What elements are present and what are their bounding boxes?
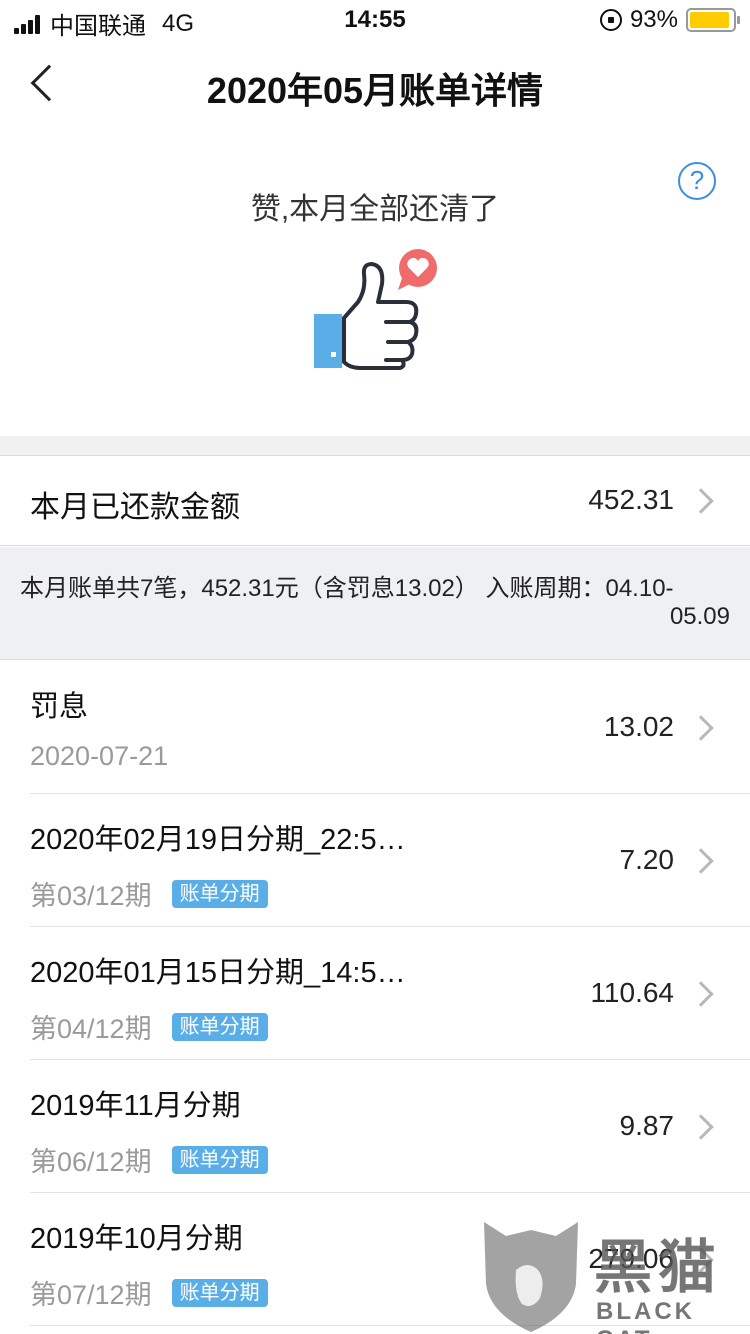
paid-amount-row[interactable]: 本月已还款金额 452.31 — [0, 456, 750, 546]
status-bar: 中国联通 4G 14:55 93% — [0, 0, 750, 40]
list-item[interactable]: 罚息 2020-07-21 13.02 — [0, 661, 750, 794]
battery-icon — [686, 8, 740, 32]
chevron-right-icon — [688, 848, 714, 874]
section-divider — [0, 436, 750, 456]
paid-amount-label: 本月已还款金额 — [30, 491, 240, 524]
paid-amount-value: 452.31 — [588, 484, 674, 515]
list-item[interactable]: 2020年01月15日分期_14:5… 第04/12期 账单分期 110.64 — [0, 927, 750, 1060]
bill-summary-period-end: 05.09 — [669, 603, 730, 630]
item-subtitle: 第07/12期 账单分期 — [30, 1273, 268, 1312]
item-period: 第06/12期 — [30, 1147, 152, 1177]
item-amount: 110.64 — [590, 977, 674, 1008]
rotation-lock-icon — [599, 9, 622, 31]
item-title: 2020年02月19日分期_22:5… — [30, 824, 406, 856]
watermark-cn: 黑猫 — [594, 1235, 723, 1300]
item-amount: 7.20 — [619, 844, 675, 875]
item-amount: 9.87 — [619, 1110, 675, 1141]
item-subtitle: 第06/12期 账单分期 — [30, 1140, 268, 1179]
cat-shield-icon — [484, 1222, 578, 1332]
installment-badge: 账单分期 — [171, 1012, 268, 1041]
bill-summary: 本月账单共7笔，452.31元（含罚息13.02） 入账周期：04.10- 05… — [0, 547, 750, 660]
black-cat-watermark: 黑猫 BLACK CAT — [476, 1214, 750, 1334]
chevron-right-icon — [688, 488, 714, 514]
page-title: 2020年05月账单详情 — [206, 70, 544, 111]
battery-percent: 93% — [629, 6, 678, 33]
item-period: 第07/12期 — [30, 1280, 152, 1310]
installment-badge: 账单分期 — [171, 879, 268, 908]
item-subtitle: 第03/12期 账单分期 — [30, 874, 268, 913]
installment-badge: 账单分期 — [171, 1145, 268, 1174]
thumbs-up-icon — [314, 249, 437, 370]
status-right: 93% — [599, 6, 740, 34]
battery-fill — [690, 12, 730, 28]
item-subtitle: 第04/12期 账单分期 — [30, 1007, 268, 1046]
item-amount: 13.02 — [603, 711, 674, 742]
chevron-right-icon — [688, 715, 714, 741]
list-item[interactable]: 2020年02月19日分期_22:5… 第03/12期 账单分期 7.20 — [0, 794, 750, 927]
hero-section: ? 赞,本月全部还清了 — [0, 130, 750, 436]
chevron-right-icon — [688, 1114, 714, 1140]
item-period: 第04/12期 — [30, 1014, 152, 1044]
item-title: 2019年10月分期 — [30, 1223, 243, 1255]
item-subtitle: 2020-07-21 — [30, 741, 168, 772]
item-title: 罚息 — [30, 691, 89, 723]
item-date: 2020-07-21 — [30, 741, 169, 771]
nav-bar: 2020年05月账单详情 — [0, 40, 750, 130]
list-item[interactable]: 2019年11月分期 第06/12期 账单分期 9.87 — [0, 1060, 750, 1193]
installment-badge: 账单分期 — [171, 1278, 268, 1307]
item-title: 2019年11月分期 — [30, 1090, 241, 1122]
item-title: 2020年01月15日分期_14:5… — [30, 957, 406, 989]
chevron-right-icon — [688, 981, 714, 1007]
cleared-message: 赞,本月全部还清了 — [250, 193, 500, 226]
item-period: 第03/12期 — [30, 881, 152, 911]
watermark-en: BLACK CAT — [596, 1298, 695, 1334]
bill-summary-text: 本月账单共7笔，452.31元（含罚息13.02） 入账周期：04.10- — [20, 575, 674, 602]
